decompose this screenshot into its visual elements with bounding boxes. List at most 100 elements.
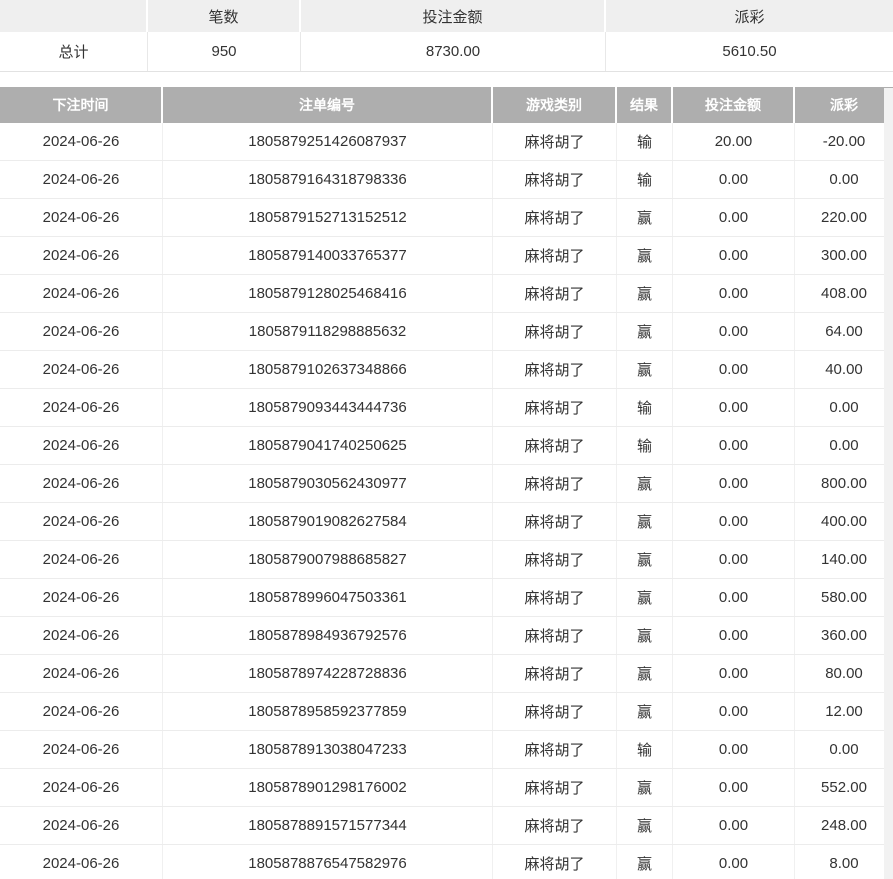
table-row: 2024-06-26 1805879019082627584 麻将胡了 赢 0.… bbox=[0, 503, 893, 541]
cell-bet-amount: 0.00 bbox=[673, 541, 795, 578]
cell-order-number: 1805879140033765377 bbox=[163, 237, 493, 274]
summary-header-count: 笔数 bbox=[148, 0, 301, 32]
cell-order-number: 1805879019082627584 bbox=[163, 503, 493, 540]
cell-result: 赢 bbox=[617, 541, 673, 578]
cell-result: 输 bbox=[617, 389, 673, 426]
cell-payout: 552.00 bbox=[795, 769, 893, 806]
table-row: 2024-06-26 1805879152713152512 麻将胡了 赢 0.… bbox=[0, 199, 893, 237]
header-order-number: 注单编号 bbox=[163, 87, 493, 123]
cell-payout: 12.00 bbox=[795, 693, 893, 730]
summary-total-count: 950 bbox=[148, 32, 301, 71]
records-header-row: 下注时间 注单编号 游戏类别 结果 投注金额 派彩 bbox=[0, 87, 893, 123]
cell-bet-time: 2024-06-26 bbox=[0, 465, 163, 502]
cell-bet-amount: 0.00 bbox=[673, 693, 795, 730]
cell-bet-time: 2024-06-26 bbox=[0, 427, 163, 464]
cell-payout: 0.00 bbox=[795, 389, 893, 426]
bet-history-page: 笔数 投注金额 派彩 总计 950 8730.00 5610.50 下注时间 注… bbox=[0, 0, 893, 879]
table-row: 2024-06-26 1805878996047503361 麻将胡了 赢 0.… bbox=[0, 579, 893, 617]
cell-result: 赢 bbox=[617, 655, 673, 692]
table-row: 2024-06-26 1805878901298176002 麻将胡了 赢 0.… bbox=[0, 769, 893, 807]
cell-bet-time: 2024-06-26 bbox=[0, 199, 163, 236]
cell-payout: 0.00 bbox=[795, 161, 893, 198]
table-row: 2024-06-26 1805879128025468416 麻将胡了 赢 0.… bbox=[0, 275, 893, 313]
cell-payout: 580.00 bbox=[795, 579, 893, 616]
cell-payout: 64.00 bbox=[795, 313, 893, 350]
cell-result: 赢 bbox=[617, 693, 673, 730]
cell-game-type: 麻将胡了 bbox=[493, 237, 617, 274]
cell-order-number: 1805878996047503361 bbox=[163, 579, 493, 616]
cell-game-type: 麻将胡了 bbox=[493, 731, 617, 768]
cell-game-type: 麻将胡了 bbox=[493, 807, 617, 844]
cell-bet-amount: 0.00 bbox=[673, 579, 795, 616]
cell-bet-time: 2024-06-26 bbox=[0, 807, 163, 844]
cell-result: 输 bbox=[617, 123, 673, 160]
cell-bet-amount: 0.00 bbox=[673, 161, 795, 198]
cell-bet-time: 2024-06-26 bbox=[0, 655, 163, 692]
cell-order-number: 1805879152713152512 bbox=[163, 199, 493, 236]
cell-order-number: 1805879041740250625 bbox=[163, 427, 493, 464]
cell-bet-amount: 0.00 bbox=[673, 389, 795, 426]
cell-bet-amount: 0.00 bbox=[673, 503, 795, 540]
cell-order-number: 1805878876547582976 bbox=[163, 845, 493, 879]
cell-result: 赢 bbox=[617, 579, 673, 616]
cell-bet-amount: 0.00 bbox=[673, 617, 795, 654]
cell-order-number: 1805879164318798336 bbox=[163, 161, 493, 198]
cell-game-type: 麻将胡了 bbox=[493, 275, 617, 312]
cell-bet-amount: 0.00 bbox=[673, 313, 795, 350]
cell-order-number: 1805879128025468416 bbox=[163, 275, 493, 312]
cell-result: 输 bbox=[617, 731, 673, 768]
cell-bet-time: 2024-06-26 bbox=[0, 579, 163, 616]
cell-payout: 408.00 bbox=[795, 275, 893, 312]
table-row: 2024-06-26 1805879118298885632 麻将胡了 赢 0.… bbox=[0, 313, 893, 351]
cell-result: 赢 bbox=[617, 275, 673, 312]
cell-bet-time: 2024-06-26 bbox=[0, 731, 163, 768]
cell-result: 赢 bbox=[617, 617, 673, 654]
cell-payout: 0.00 bbox=[795, 731, 893, 768]
cell-order-number: 1805879007988685827 bbox=[163, 541, 493, 578]
cell-game-type: 麻将胡了 bbox=[493, 769, 617, 806]
cell-payout: 140.00 bbox=[795, 541, 893, 578]
cell-result: 赢 bbox=[617, 503, 673, 540]
cell-result: 赢 bbox=[617, 351, 673, 388]
cell-game-type: 麻将胡了 bbox=[493, 465, 617, 502]
cell-result: 赢 bbox=[617, 807, 673, 844]
table-row: 2024-06-26 1805879140033765377 麻将胡了 赢 0.… bbox=[0, 237, 893, 275]
cell-game-type: 麻将胡了 bbox=[493, 313, 617, 350]
cell-bet-amount: 0.00 bbox=[673, 275, 795, 312]
cell-game-type: 麻将胡了 bbox=[493, 617, 617, 654]
cell-order-number: 1805878891571577344 bbox=[163, 807, 493, 844]
cell-order-number: 1805879251426087937 bbox=[163, 123, 493, 160]
cell-bet-time: 2024-06-26 bbox=[0, 503, 163, 540]
cell-game-type: 麻将胡了 bbox=[493, 161, 617, 198]
cell-order-number: 1805878913038047233 bbox=[163, 731, 493, 768]
vertical-scrollbar[interactable] bbox=[884, 88, 893, 879]
cell-order-number: 1805878984936792576 bbox=[163, 617, 493, 654]
cell-payout: -20.00 bbox=[795, 123, 893, 160]
cell-bet-time: 2024-06-26 bbox=[0, 237, 163, 274]
header-result: 结果 bbox=[617, 87, 673, 123]
cell-bet-amount: 0.00 bbox=[673, 427, 795, 464]
cell-order-number: 1805879093443444736 bbox=[163, 389, 493, 426]
table-row: 2024-06-26 1805879251426087937 麻将胡了 输 20… bbox=[0, 123, 893, 161]
cell-bet-amount: 0.00 bbox=[673, 845, 795, 879]
cell-bet-time: 2024-06-26 bbox=[0, 313, 163, 350]
cell-bet-time: 2024-06-26 bbox=[0, 351, 163, 388]
cell-game-type: 麻将胡了 bbox=[493, 693, 617, 730]
table-row: 2024-06-26 1805878913038047233 麻将胡了 输 0.… bbox=[0, 731, 893, 769]
cell-bet-amount: 0.00 bbox=[673, 351, 795, 388]
cell-result: 赢 bbox=[617, 769, 673, 806]
cell-game-type: 麻将胡了 bbox=[493, 541, 617, 578]
cell-bet-time: 2024-06-26 bbox=[0, 617, 163, 654]
cell-result: 输 bbox=[617, 427, 673, 464]
table-row: 2024-06-26 1805878958592377859 麻将胡了 赢 0.… bbox=[0, 693, 893, 731]
cell-payout: 220.00 bbox=[795, 199, 893, 236]
summary-total-row: 总计 950 8730.00 5610.50 bbox=[0, 32, 893, 72]
table-row: 2024-06-26 1805879102637348866 麻将胡了 赢 0.… bbox=[0, 351, 893, 389]
cell-bet-amount: 0.00 bbox=[673, 769, 795, 806]
header-payout: 派彩 bbox=[795, 87, 893, 123]
cell-result: 赢 bbox=[617, 237, 673, 274]
header-bet-time: 下注时间 bbox=[0, 87, 163, 123]
table-row: 2024-06-26 1805878974228728836 麻将胡了 赢 0.… bbox=[0, 655, 893, 693]
cell-game-type: 麻将胡了 bbox=[493, 579, 617, 616]
cell-game-type: 麻将胡了 bbox=[493, 427, 617, 464]
